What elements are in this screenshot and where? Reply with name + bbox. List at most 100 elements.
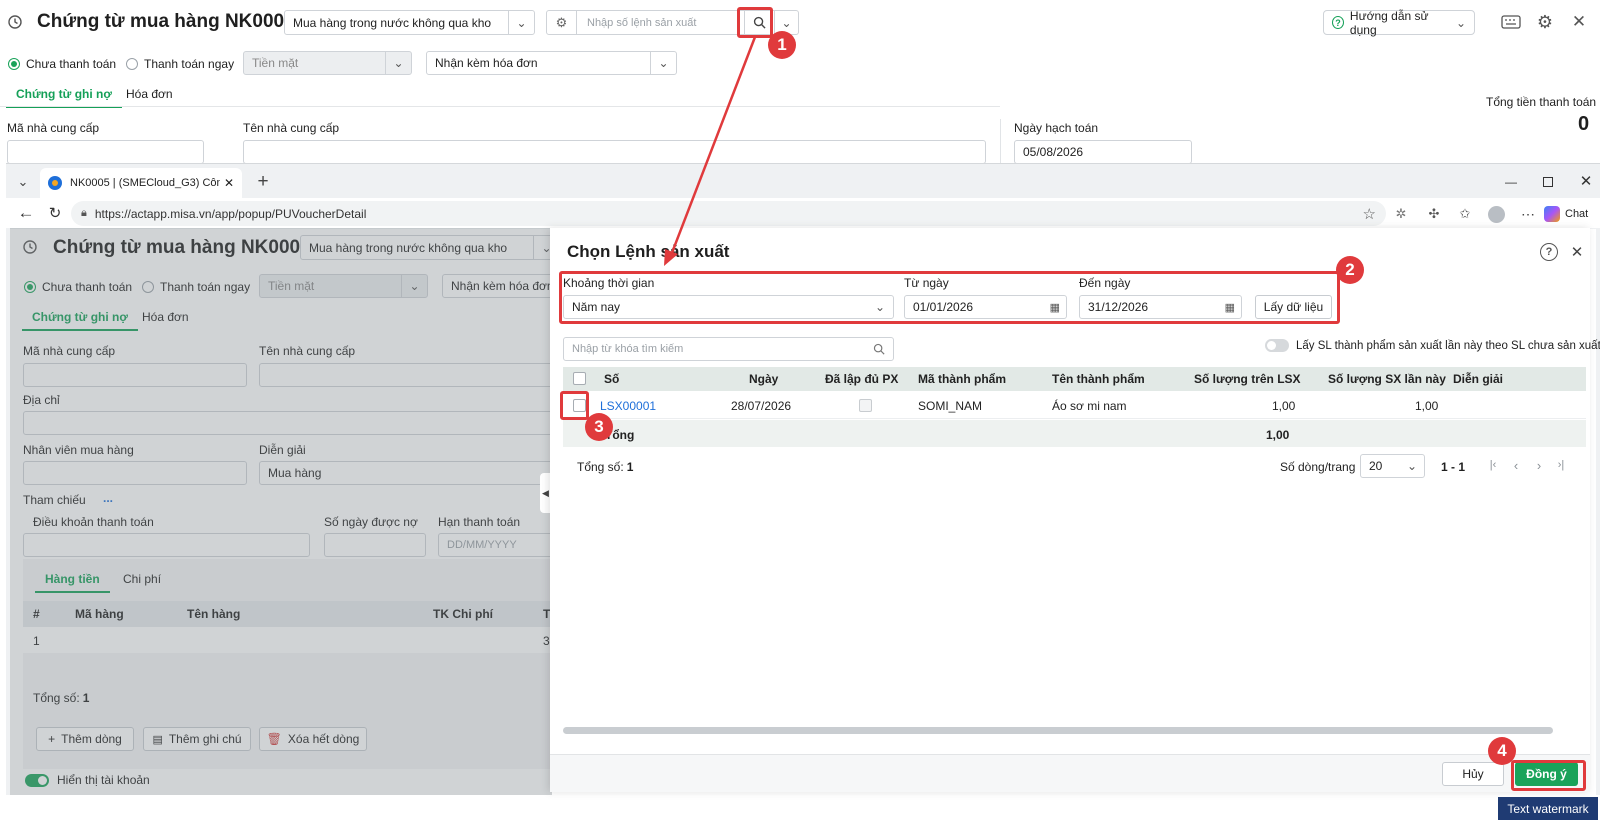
- chat-label: Chat: [1565, 208, 1589, 220]
- total-value: 0: [1578, 113, 1590, 135]
- help-label: Hướng dẫn sử dụng: [1349, 8, 1429, 37]
- total-label: Tổng tiền thanh toán: [1486, 95, 1597, 109]
- col-sl-sx-lan-nay[interactable]: Số lượng SX lần này: [1328, 367, 1446, 391]
- invoice-option-value: Nhận kèm hóa đơn: [435, 56, 538, 70]
- record-count-label: Tổng số:: [577, 460, 624, 474]
- back-icon[interactable]: ←: [15, 202, 37, 224]
- supplier-code-input[interactable]: [7, 140, 204, 164]
- radio-unpaid-label: Chưa thanh toán: [26, 57, 117, 71]
- record-count-value: 1: [626, 460, 634, 474]
- table-header: Số Ngày Đã lập đủ PX Mã thành phẩm Tên t…: [563, 367, 1586, 391]
- keyword-search-input[interactable]: Nhập từ khóa tìm kiếm: [563, 337, 894, 361]
- voucher-type-select[interactable]: Mua hàng trong nước không qua kho ⌄: [284, 10, 535, 35]
- prev-page-icon[interactable]: ‹: [1508, 457, 1524, 473]
- payment-method-value: Tiền mặt: [252, 56, 299, 70]
- close-window-icon[interactable]: ✕: [1575, 170, 1597, 192]
- cancel-button[interactable]: Hủy: [1442, 762, 1504, 786]
- help-icon[interactable]: ?: [1540, 243, 1558, 261]
- history-icon[interactable]: [6, 13, 24, 31]
- gear-icon[interactable]: ⚙: [547, 11, 577, 34]
- extension-icon[interactable]: ✲: [1391, 204, 1411, 224]
- tab-underline: [0, 106, 1000, 107]
- browser-tab[interactable]: NK0005 | (SMECloud_G3) Công ty ✕: [40, 168, 242, 198]
- modal-overlay: [10, 228, 552, 795]
- posting-date-label: Ngày hạch toán: [1014, 121, 1099, 135]
- chevron-down-icon[interactable]: ⌄: [650, 52, 676, 74]
- puzzle-icon[interactable]: ✣: [1424, 204, 1444, 224]
- annotation-box-search: [737, 7, 773, 38]
- table-row[interactable]: LSX00001 28/07/2026 SOMI_NAM Áo sơ mi na…: [563, 392, 1586, 419]
- reload-icon[interactable]: ↻: [44, 202, 66, 224]
- annotation-box-ok: [1511, 760, 1586, 791]
- last-page-icon[interactable]: ›|: [1553, 457, 1569, 473]
- maximize-icon[interactable]: [1537, 171, 1559, 193]
- chevron-down-icon: ⌄: [1406, 459, 1417, 473]
- chevron-down-icon[interactable]: ⌄: [508, 11, 534, 34]
- next-page-icon[interactable]: ›: [1531, 457, 1547, 473]
- select-all-checkbox[interactable]: [573, 372, 586, 385]
- record-count: Tổng số: 1: [577, 460, 633, 474]
- row-px-checkbox: [859, 399, 872, 412]
- page-size-label: Số dòng/trang: [1280, 460, 1356, 474]
- more-icon[interactable]: ⋯: [1518, 204, 1538, 224]
- close-icon[interactable]: ✕: [1569, 12, 1589, 32]
- tab-list-icon[interactable]: ⌄: [12, 171, 34, 193]
- row-sl-sx-lan-nay[interactable]: 1,00: [1415, 399, 1438, 413]
- col-so[interactable]: Số: [604, 367, 619, 391]
- col-ngay[interactable]: Ngày: [749, 367, 778, 391]
- supplier-name-label: Tên nhà cung cấp: [243, 121, 340, 135]
- new-tab-icon[interactable]: +: [252, 171, 274, 193]
- keyword-search-placeholder: Nhập từ khóa tìm kiếm: [572, 343, 684, 355]
- row-ten-thanh-pham: Áo sơ mi nam: [1052, 399, 1127, 413]
- address-bar[interactable]: 🔒︎ https://actapp.misa.vn/app/popup/PUVo…: [71, 201, 1386, 226]
- search-icon[interactable]: [873, 343, 885, 355]
- radio-unpaid[interactable]: Chưa thanh toán: [8, 57, 116, 71]
- voucher-type-value: Mua hàng trong nước không qua kho: [293, 15, 492, 30]
- favorites-icon[interactable]: ✩: [1455, 204, 1475, 224]
- question-icon: ?: [1332, 16, 1344, 29]
- col-sl-tren-lsx[interactable]: Số lượng trên LSX: [1194, 367, 1301, 391]
- keyboard-icon[interactable]: [1500, 14, 1522, 30]
- table-footer: Tổng 1,00: [563, 420, 1586, 447]
- close-icon[interactable]: ✕: [224, 176, 234, 190]
- col-ten-thanh-pham[interactable]: Tên thành phẩm: [1052, 367, 1145, 391]
- minimize-icon[interactable]: —: [1500, 171, 1522, 193]
- annotation-step-2: 2: [1336, 256, 1364, 284]
- toggle-off-icon: [1265, 339, 1289, 352]
- row-ngay: 28/07/2026: [731, 399, 792, 413]
- close-icon[interactable]: ✕: [1568, 243, 1586, 261]
- row-sl-tren-lsx: 1,00: [1272, 399, 1296, 413]
- profile-icon[interactable]: [1486, 204, 1506, 224]
- misa-favicon-icon: [48, 176, 62, 190]
- page-size-select[interactable]: 20 ⌄: [1360, 454, 1425, 478]
- help-dropdown[interactable]: ? Hướng dẫn sử dụng ⌄: [1323, 8, 1475, 37]
- qty-toggle[interactable]: Lấy SL thành phẩm sản xuất lần này theo …: [1265, 339, 1600, 352]
- annotation-box-checkbox: [560, 391, 589, 420]
- first-page-icon[interactable]: |‹: [1485, 457, 1501, 473]
- horizontal-scrollbar[interactable]: [563, 727, 1553, 734]
- payment-method-select[interactable]: Tiền mặt ⌄: [243, 51, 412, 75]
- lsx-table: Số Ngày Đã lập đủ PX Mã thành phẩm Tên t…: [563, 367, 1586, 447]
- settings-icon[interactable]: ⚙: [1535, 12, 1555, 32]
- lsx-search-input[interactable]: Nhập số lệnh sản xuất: [577, 17, 744, 29]
- col-ma-thanh-pham[interactable]: Mã thành phẩm: [918, 367, 1006, 391]
- dialog-title: Chọn Lệnh sản xuất: [567, 242, 730, 261]
- radio-paid[interactable]: Thanh toán ngay: [126, 57, 234, 71]
- tab-invoice[interactable]: Hóa đơn: [126, 87, 173, 106]
- tab-debt-voucher[interactable]: Chứng từ ghi nợ: [6, 87, 122, 108]
- col-dien-giai[interactable]: Diễn giải: [1453, 367, 1503, 391]
- annotation-step-1: 1: [768, 31, 796, 59]
- annotation-step-3: 3: [585, 413, 613, 441]
- supplier-code-label: Mã nhà cung cấp: [7, 121, 100, 135]
- watermark-label: Text watermark: [1498, 797, 1598, 820]
- invoice-option-select[interactable]: Nhận kèm hóa đơn ⌄: [426, 51, 677, 75]
- posting-date-input[interactable]: 05/08/2026: [1014, 140, 1192, 164]
- chat-button[interactable]: Chat: [1544, 202, 1588, 226]
- annotation-step-4: 4: [1488, 737, 1516, 765]
- chevron-down-icon[interactable]: ⌄: [385, 52, 411, 74]
- supplier-name-input[interactable]: [243, 140, 986, 164]
- posting-date-value: 05/08/2026: [1023, 145, 1084, 159]
- col-da-lap-du-px[interactable]: Đã lập đủ PX: [825, 367, 898, 391]
- star-icon[interactable]: ☆: [1363, 205, 1376, 223]
- row-so-link[interactable]: LSX00001: [600, 399, 656, 413]
